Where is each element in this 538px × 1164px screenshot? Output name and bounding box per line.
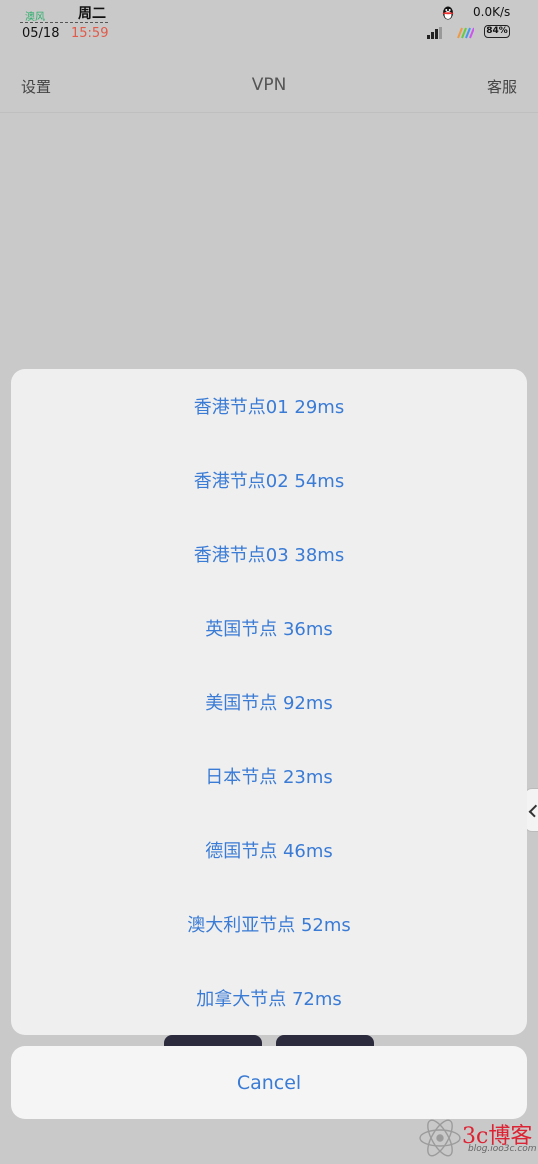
dashed-divider — [20, 22, 108, 23]
cancel-button[interactable]: Cancel — [11, 1046, 527, 1119]
weather-app-logo: 澳风 — [25, 12, 45, 23]
network-speed: 0.0K/s — [473, 5, 511, 19]
qq-penguin-icon — [442, 6, 454, 20]
watermark-url: blog.ioo3c.com — [468, 1144, 537, 1154]
page-title: VPN — [251, 75, 287, 95]
node-option-uk[interactable]: 英国节点 36ms — [11, 591, 527, 665]
node-option-hk02[interactable]: 香港节点02 54ms — [11, 443, 527, 517]
status-bar: 澳风 周二 05/18 15:59 0.0K/s 84% — [0, 0, 538, 52]
node-option-us[interactable]: 美国节点 92ms — [11, 665, 527, 739]
signal-icon — [427, 27, 442, 39]
weekday: 周二 — [78, 6, 106, 22]
node-option-jp[interactable]: 日本节点 23ms — [11, 739, 527, 813]
customer-service-button[interactable]: 客服 — [487, 76, 517, 97]
date: 05/18 — [22, 26, 60, 41]
node-option-au[interactable]: 澳大利亚节点 52ms — [11, 887, 527, 961]
battery-indicator: 84% — [484, 25, 510, 38]
node-option-ca[interactable]: 加拿大节点 72ms — [11, 961, 527, 1035]
server-node-action-sheet: 香港节点01 29ms 香港节点02 54ms 香港节点03 38ms 英国节点… — [11, 369, 527, 1035]
clock-time: 15:59 — [71, 26, 109, 41]
nav-divider — [0, 112, 538, 113]
node-option-hk03[interactable]: 香港节点03 38ms — [11, 517, 527, 591]
node-option-de[interactable]: 德国节点 46ms — [11, 813, 527, 887]
node-option-hk01[interactable]: 香港节点01 29ms — [11, 369, 527, 443]
app-notification-icon — [457, 27, 474, 39]
